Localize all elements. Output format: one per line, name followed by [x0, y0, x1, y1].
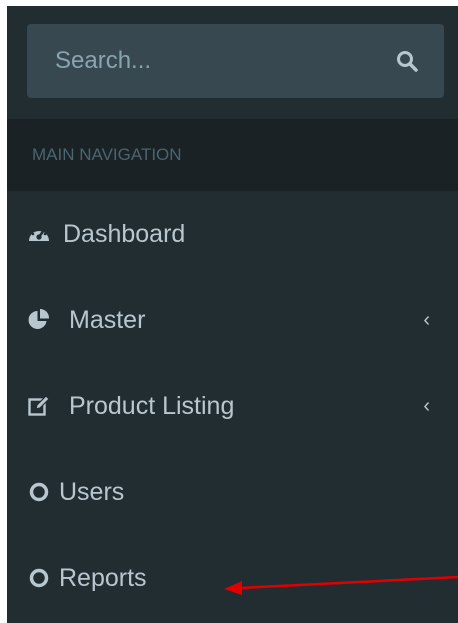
search-form — [27, 24, 444, 98]
search-icon — [397, 51, 418, 72]
edit-icon — [27, 394, 51, 418]
sidebar-menu: Dashboard Master ‹ Product Listing ‹ Use… — [7, 191, 458, 621]
sidebar-item-label: Reports — [59, 563, 147, 592]
sidebar-item-reports[interactable]: Reports — [7, 535, 458, 621]
dashboard-icon — [27, 222, 51, 246]
sidebar-item-label: Product Listing — [69, 391, 235, 420]
search-button[interactable] — [370, 24, 444, 98]
chevron-left-icon: ‹ — [423, 394, 430, 417]
circle-outline-icon — [27, 566, 51, 590]
sidebar-item-label: Master — [69, 305, 146, 334]
sidebar-item-dashboard[interactable]: Dashboard — [7, 191, 458, 277]
sidebar-item-product-listing[interactable]: Product Listing ‹ — [7, 363, 458, 449]
sidebar: MAIN NAVIGATION Dashboard — [7, 6, 458, 623]
sidebar-item-master[interactable]: Master ‹ — [7, 277, 458, 363]
nav-header: MAIN NAVIGATION — [7, 119, 458, 191]
sidebar-item-label: Dashboard — [63, 219, 186, 248]
pie-chart-icon — [27, 308, 51, 332]
chevron-left-icon: ‹ — [423, 308, 430, 331]
sidebar-item-users[interactable]: Users — [7, 449, 458, 535]
circle-outline-icon — [27, 480, 51, 504]
sidebar-item-label: Users — [59, 477, 125, 506]
search-input[interactable] — [27, 24, 367, 98]
